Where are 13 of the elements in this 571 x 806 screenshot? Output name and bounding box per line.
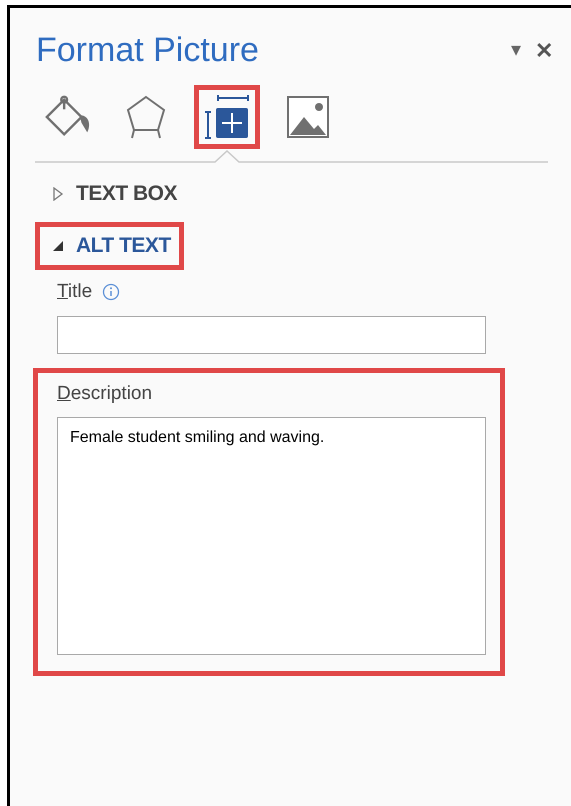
field-label: Title — [57, 280, 92, 304]
pane-menu-button[interactable]: ▾ — [511, 35, 521, 65]
pane-title: Format Picture — [36, 30, 259, 71]
section-header[interactable]: ALT TEXT — [35, 222, 184, 270]
collapse-triangle-icon — [52, 240, 64, 252]
expand-triangle-icon — [52, 187, 64, 201]
size-position-tab[interactable] — [194, 85, 260, 149]
section-header[interactable]: TEXT BOX — [35, 170, 190, 218]
field-label: Description — [57, 382, 152, 406]
title-input-field[interactable] — [57, 316, 486, 354]
description-text-area[interactable]: Female student smiling and waving. — [57, 417, 486, 655]
close-button[interactable]: ✕ — [535, 34, 553, 66]
info-icon[interactable] — [102, 283, 120, 301]
